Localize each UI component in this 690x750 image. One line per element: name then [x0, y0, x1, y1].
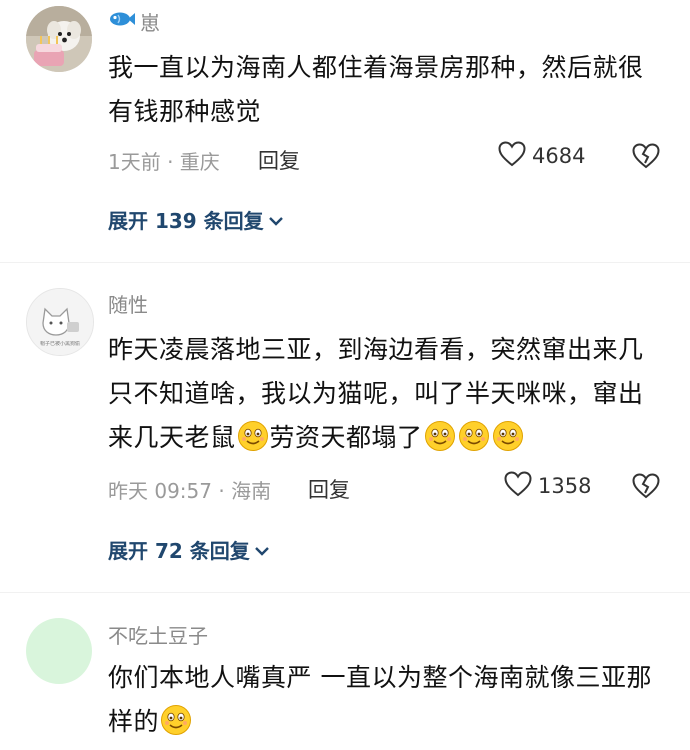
smiley-emoji-icon — [160, 704, 192, 750]
comment-item: 不吃土豆子 你们本地人嘴真严 一直以为整个海南就像三亚那样的 — [0, 0, 690, 736]
avatar[interactable] — [26, 618, 92, 684]
username[interactable]: 不吃土豆子 — [108, 620, 208, 649]
comment-text: 你们本地人嘴真严 一直以为整个海南就像三亚那样的 — [108, 656, 668, 750]
